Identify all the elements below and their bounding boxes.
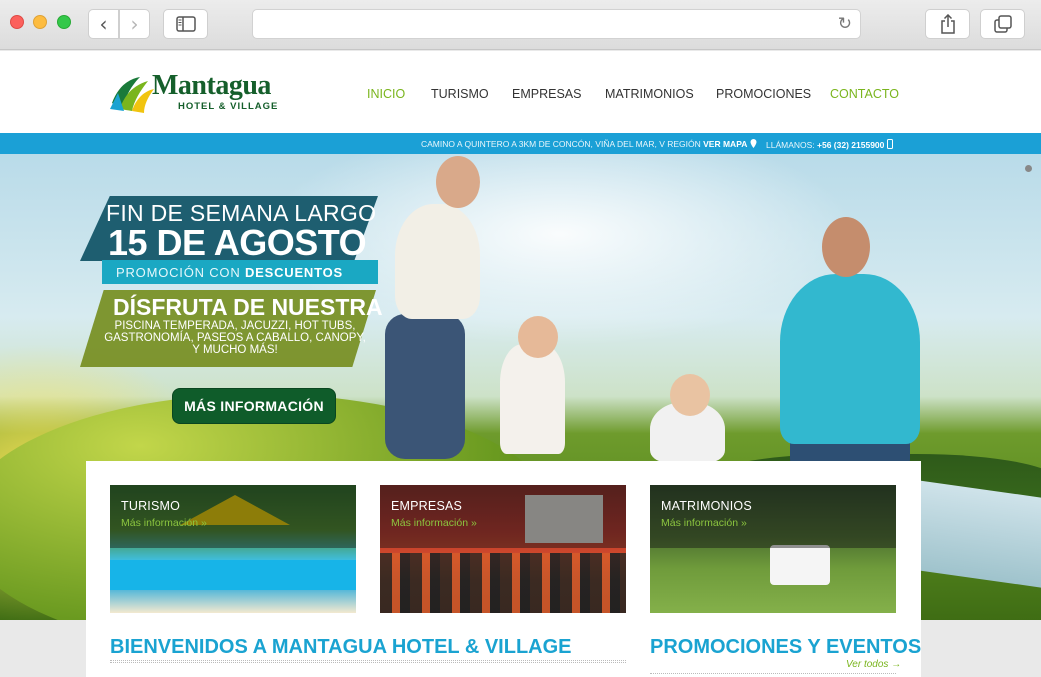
hero-mother-legs	[385, 314, 465, 459]
browser-toolbar: ‹ › ↻	[0, 0, 1041, 50]
divider	[650, 673, 896, 676]
info-bar: CAMINO A QUINTERO A 3KM DE CONCÓN, VIÑA …	[0, 133, 1041, 154]
tile-turismo[interactable]: TURISMO Más información »	[110, 485, 356, 613]
tile-label: MATRIMONIOS	[661, 499, 752, 513]
forward-button[interactable]: ›	[119, 9, 150, 39]
promo-date: 15 DE AGOSTO	[108, 222, 367, 263]
hero-girl	[500, 344, 565, 454]
hero-boy-head	[670, 374, 710, 416]
share-icon	[940, 14, 955, 34]
tile-label: TURISMO	[121, 499, 181, 513]
welcome-title: BIENVENIDOS A MANTAGUA HOTEL & VILLAGE	[110, 636, 572, 658]
slider-pager-dot[interactable]	[1025, 165, 1032, 172]
promo-discount-a: PROMOCIÓN CON	[116, 265, 241, 280]
tile-more-link[interactable]: Más información »	[391, 517, 477, 529]
hero-father	[780, 274, 920, 444]
hero-mother-head	[436, 156, 480, 208]
promos-title: PROMOCIONES Y EVENTOS	[650, 636, 922, 658]
nav-item-promociones[interactable]: PROMOCIONES	[716, 87, 811, 101]
chevron-right-icon: ›	[130, 12, 139, 36]
address-text: CAMINO A QUINTERO A 3KM DE CONCÓN, VIÑA …	[421, 139, 757, 149]
address-label: CAMINO A QUINTERO A 3KM DE CONCÓN, VIÑA …	[421, 139, 701, 149]
tile-more-link[interactable]: Más información »	[121, 517, 207, 529]
hero-girl-head	[518, 316, 558, 358]
chevron-left-icon: ‹	[99, 12, 108, 36]
map-pin-icon	[750, 139, 757, 148]
promo-discount-b: DESCUENTOS	[244, 265, 343, 280]
view-all-link[interactable]: Ver todos →	[846, 659, 901, 670]
main-nav: INICIO TURISMO EMPRESAS MATRIMONIOS PROM…	[0, 87, 1041, 103]
tile-label: EMPRESAS	[391, 499, 463, 513]
tabs-overview-button[interactable]	[980, 9, 1025, 39]
nav-item-matrimonios[interactable]: MATRIMONIOS	[605, 87, 694, 101]
nav-item-turismo[interactable]: TURISMO	[431, 87, 489, 101]
phone-number[interactable]: +56 (32) 2155900	[817, 140, 884, 150]
tile-empresas[interactable]: EMPRESAS Más información »	[380, 485, 626, 613]
reload-icon[interactable]: ↻	[838, 14, 852, 34]
zoom-window-button[interactable]	[57, 15, 71, 29]
mobile-phone-icon	[886, 139, 893, 149]
tile-pool-image	[110, 560, 356, 590]
share-button[interactable]	[925, 9, 970, 39]
phone-label: LLÁMANOS:	[766, 140, 815, 150]
content-card: TURISMO Más información » EMPRESAS Más i…	[86, 461, 921, 677]
more-info-button[interactable]: MÁS INFORMACIÓN	[172, 388, 336, 424]
back-button[interactable]: ‹	[88, 9, 119, 39]
hero-mother	[395, 204, 480, 319]
nav-item-inicio[interactable]: INICIO	[367, 87, 405, 101]
promo-enjoy: DÍSFRUTA DE NUESTRA	[113, 294, 383, 320]
nav-item-contacto[interactable]: CONTACTO	[830, 87, 899, 101]
sidebar-toggle-button[interactable]	[163, 9, 208, 39]
tabs-icon	[993, 15, 1012, 33]
address-bar[interactable]: ↻	[252, 9, 861, 39]
site-header: Mantagua HOTEL & VILLAGE INICIO TURISMO …	[0, 51, 1041, 133]
tile-matrimonios[interactable]: MATRIMONIOS Más información »	[650, 485, 896, 613]
hero-father-head	[822, 217, 870, 277]
tile-audience-image	[380, 553, 626, 613]
promo-discount: PROMOCIÓN CON DESCUENTOS	[116, 265, 343, 280]
sidebar-icon	[175, 16, 196, 32]
promo-amenities: PISCINA TEMPERADA, JACUZZI, HOT TUBS, GA…	[104, 320, 366, 356]
tile-more-link[interactable]: Más información »	[661, 517, 747, 529]
divider	[110, 660, 626, 663]
close-window-button[interactable]	[10, 15, 24, 29]
nav-item-empresas[interactable]: EMPRESAS	[512, 87, 581, 101]
tile-table-image	[770, 545, 830, 585]
map-link[interactable]: VER MAPA	[703, 139, 747, 149]
minimize-window-button[interactable]	[33, 15, 47, 29]
phone-text: LLÁMANOS: +56 (32) 2155900	[766, 139, 893, 150]
